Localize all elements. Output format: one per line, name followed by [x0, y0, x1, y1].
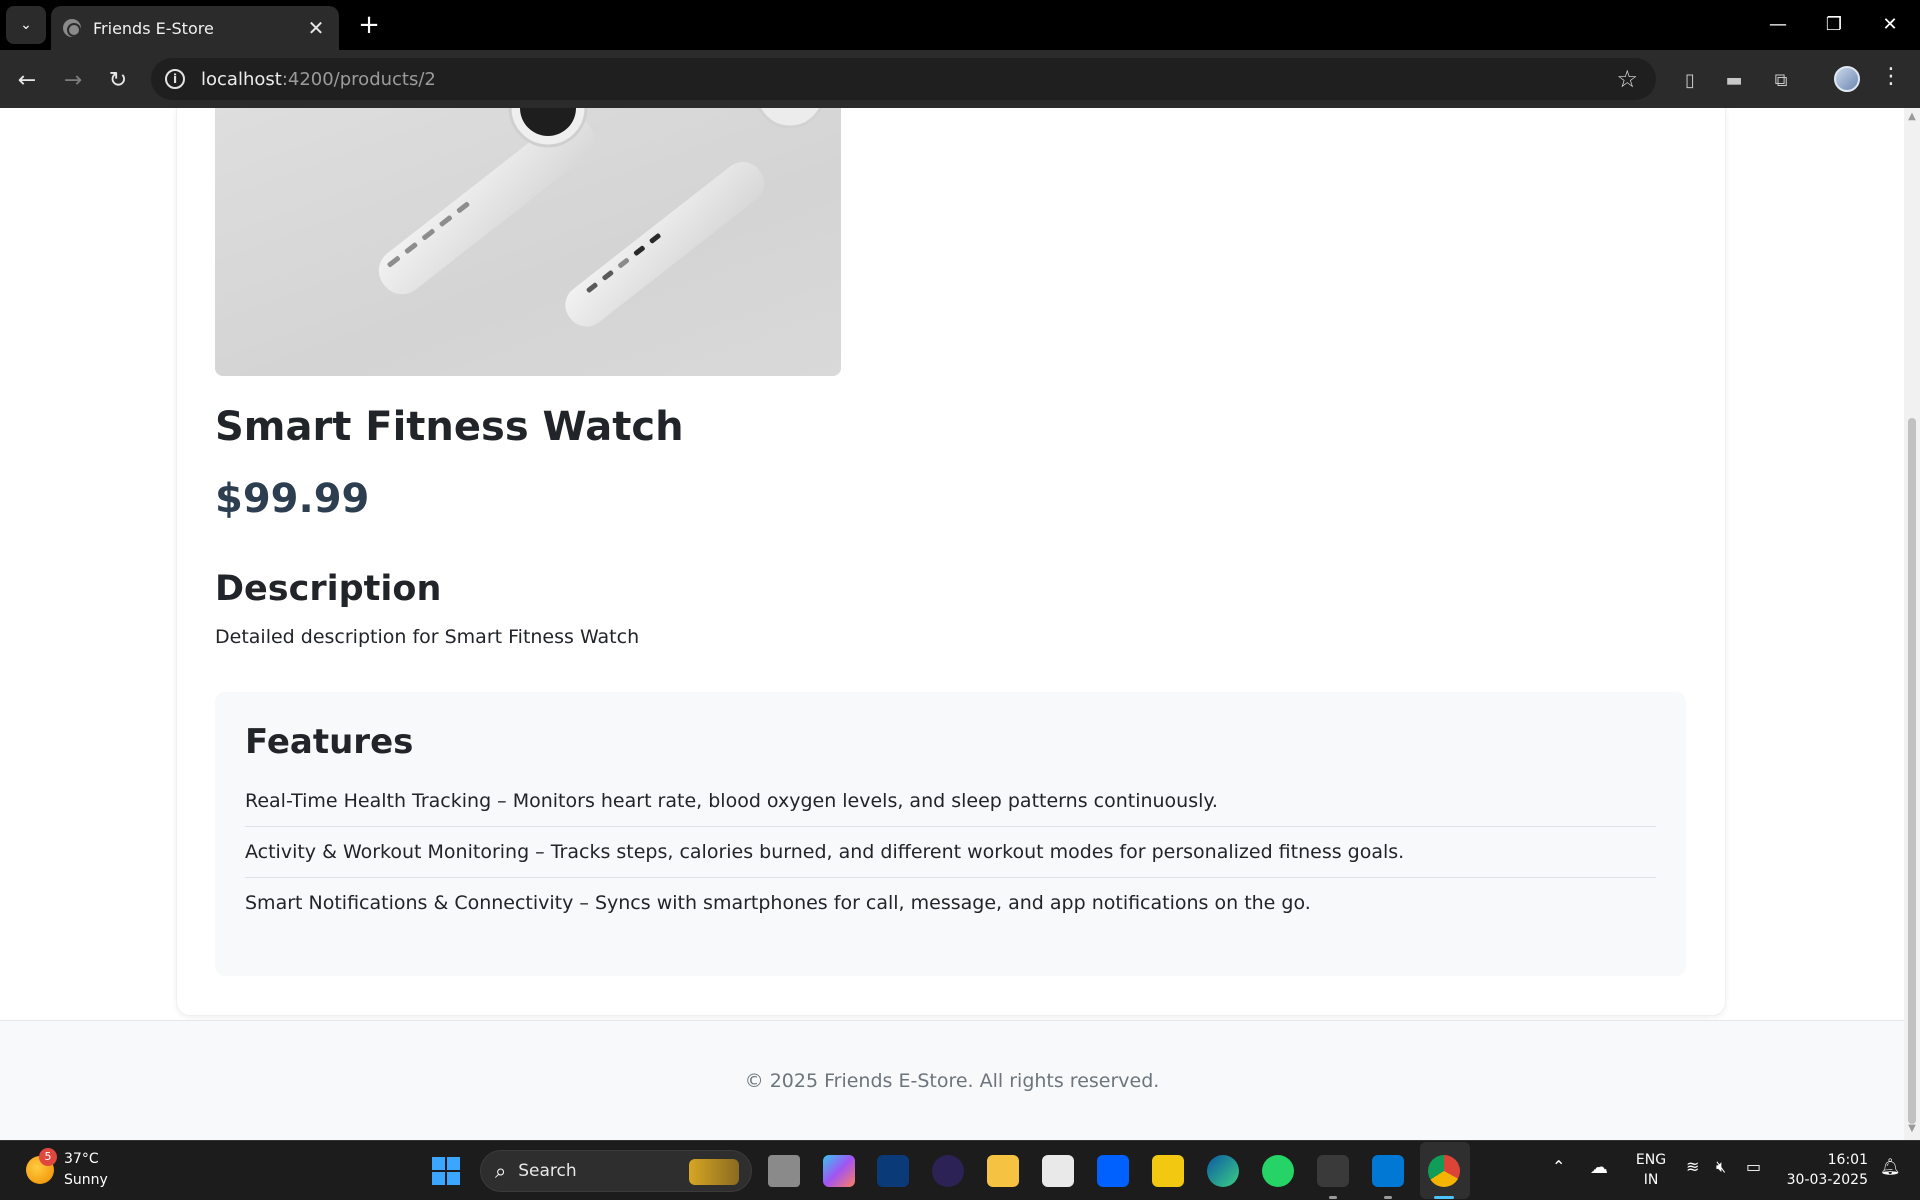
browser-toolbar: ← → ↻ i localhost:4200/products/2 ☆ ▯ ▬ … — [0, 50, 1920, 108]
address-bar[interactable]: i localhost:4200/products/2 ☆ — [151, 58, 1656, 100]
edge-icon[interactable] — [1207, 1155, 1239, 1187]
minimize-button[interactable]: — — [1750, 0, 1806, 48]
language-code: ENG — [1635, 1152, 1667, 1168]
feature-item: Activity & Workout Monitoring – Tracks s… — [245, 827, 1656, 878]
chrome-active-indicator — [1434, 1196, 1454, 1199]
page-scrollbar[interactable]: ▲ ▼ — [1904, 108, 1920, 1140]
new-tab-button[interactable]: + — [352, 8, 386, 42]
defender-icon[interactable] — [877, 1155, 909, 1187]
feature-item: Smart Notifications & Connectivity – Syn… — [245, 892, 1311, 914]
search-icon: ⌕ — [495, 1159, 507, 1183]
dropbox-icon[interactable] — [1097, 1155, 1129, 1187]
features-heading: Features — [245, 722, 414, 762]
tab-search-button[interactable]: ⌄ — [6, 6, 46, 44]
description-heading: Description — [215, 569, 442, 609]
terminal-running-indicator — [1329, 1196, 1337, 1199]
weather-badge: 5 — [39, 1148, 57, 1166]
volume-muted-icon[interactable]: 🔇︎ — [1716, 1157, 1726, 1177]
mouse-extension-icon[interactable]: ▯ — [1678, 68, 1702, 92]
features-panel: Features Real-Time Health Tracking – Mon… — [215, 692, 1686, 976]
product-price: $99.99 — [215, 476, 370, 522]
url-host: localhost — [201, 68, 282, 90]
smartwatch-illustration — [378, 108, 823, 327]
battery-icon[interactable]: ▭ — [1746, 1157, 1761, 1176]
task-view-icon[interactable] — [768, 1155, 800, 1187]
taskbar-search[interactable]: ⌕ Search — [480, 1150, 752, 1192]
restore-button[interactable]: ❐ — [1806, 0, 1862, 48]
windows-start-button[interactable] — [432, 1157, 460, 1185]
tab-title: Friends E-Store — [93, 18, 214, 38]
vscode-running-indicator — [1384, 1196, 1392, 1199]
terminal-icon[interactable] — [1317, 1155, 1349, 1187]
page-viewport: Smart Fitness Watch $99.99 Description D… — [0, 108, 1904, 1140]
product-title: Smart Fitness Watch — [215, 404, 684, 450]
notifications-icon[interactable]: 🔔︎ — [1880, 1157, 1900, 1176]
reload-button[interactable]: ↻ — [100, 62, 136, 98]
arrow-left-icon: ← — [17, 67, 37, 93]
profile-avatar[interactable] — [1834, 66, 1860, 92]
system-clock[interactable]: 16:01 30-03-2025 — [1784, 1150, 1868, 1190]
eclipse-icon[interactable] — [932, 1155, 964, 1187]
wallet-extension-icon[interactable]: ▬ — [1722, 68, 1746, 92]
whatsapp-icon[interactable] — [1262, 1155, 1294, 1187]
scroll-up-icon[interactable]: ▲ — [1907, 112, 1917, 122]
weather-temperature[interactable]: 37°C — [64, 1151, 99, 1167]
microsoft-store-icon[interactable] — [1042, 1155, 1074, 1187]
product-image — [215, 108, 841, 376]
arrow-right-icon: → — [63, 67, 83, 93]
region-code: IN — [1643, 1172, 1659, 1188]
tab-close-icon[interactable]: ✕ — [305, 16, 327, 40]
chevron-up-icon[interactable]: ⌃ — [1552, 1157, 1565, 1176]
close-window-button[interactable]: ✕ — [1862, 0, 1918, 48]
reload-icon: ↻ — [108, 67, 128, 93]
windows-taskbar: 5 37°C Sunny ⌕ Search ⌃ ☁ ENG IN ≋ 🔇︎ ▭ … — [0, 1140, 1920, 1200]
kebab-menu-icon[interactable]: ⋮ — [1880, 64, 1902, 89]
clock-time: 16:01 — [1827, 1152, 1868, 1168]
forward-button[interactable]: → — [55, 62, 91, 98]
power-bi-icon[interactable] — [1152, 1155, 1184, 1187]
extensions-puzzle-icon[interactable]: ⧉ — [1769, 68, 1793, 92]
back-button[interactable]: ← — [9, 62, 45, 98]
chevron-down-icon: ⌄ — [20, 17, 32, 33]
search-highlight-icon — [689, 1159, 739, 1185]
url-path: :4200/products/2 — [281, 68, 436, 90]
language-indicator[interactable]: ENG IN — [1634, 1150, 1668, 1190]
weather-condition[interactable]: Sunny — [64, 1172, 108, 1188]
chrome-icon[interactable] — [1428, 1155, 1460, 1187]
clock-date: 30-03-2025 — [1786, 1172, 1868, 1188]
search-label: Search — [518, 1161, 577, 1181]
scrollbar-thumb[interactable] — [1908, 418, 1916, 1124]
page-footer: © 2025 Friends E-Store. All rights reser… — [0, 1020, 1904, 1140]
browser-tab-bar: ⌄ Friends E-Store ✕ + — ❐ ✕ — [0, 0, 1920, 50]
footer-copyright: © 2025 Friends E-Store. All rights reser… — [744, 1069, 1160, 1092]
feature-item: Real-Time Health Tracking – Monitors hea… — [245, 776, 1656, 827]
scroll-down-icon[interactable]: ▼ — [1907, 1124, 1917, 1134]
description-text: Detailed description for Smart Fitness W… — [215, 626, 640, 648]
file-explorer-icon[interactable] — [987, 1155, 1019, 1187]
onedrive-cloud-icon[interactable]: ☁ — [1590, 1157, 1608, 1178]
bookmark-star-icon[interactable]: ☆ — [1616, 65, 1638, 93]
browser-tab-active[interactable]: Friends E-Store ✕ — [51, 6, 339, 50]
globe-icon — [63, 19, 81, 37]
wifi-icon[interactable]: ≋ — [1686, 1157, 1699, 1176]
site-info-icon[interactable]: i — [165, 69, 185, 89]
copilot-icon[interactable] — [823, 1155, 855, 1187]
vscode-icon[interactable] — [1372, 1155, 1404, 1187]
